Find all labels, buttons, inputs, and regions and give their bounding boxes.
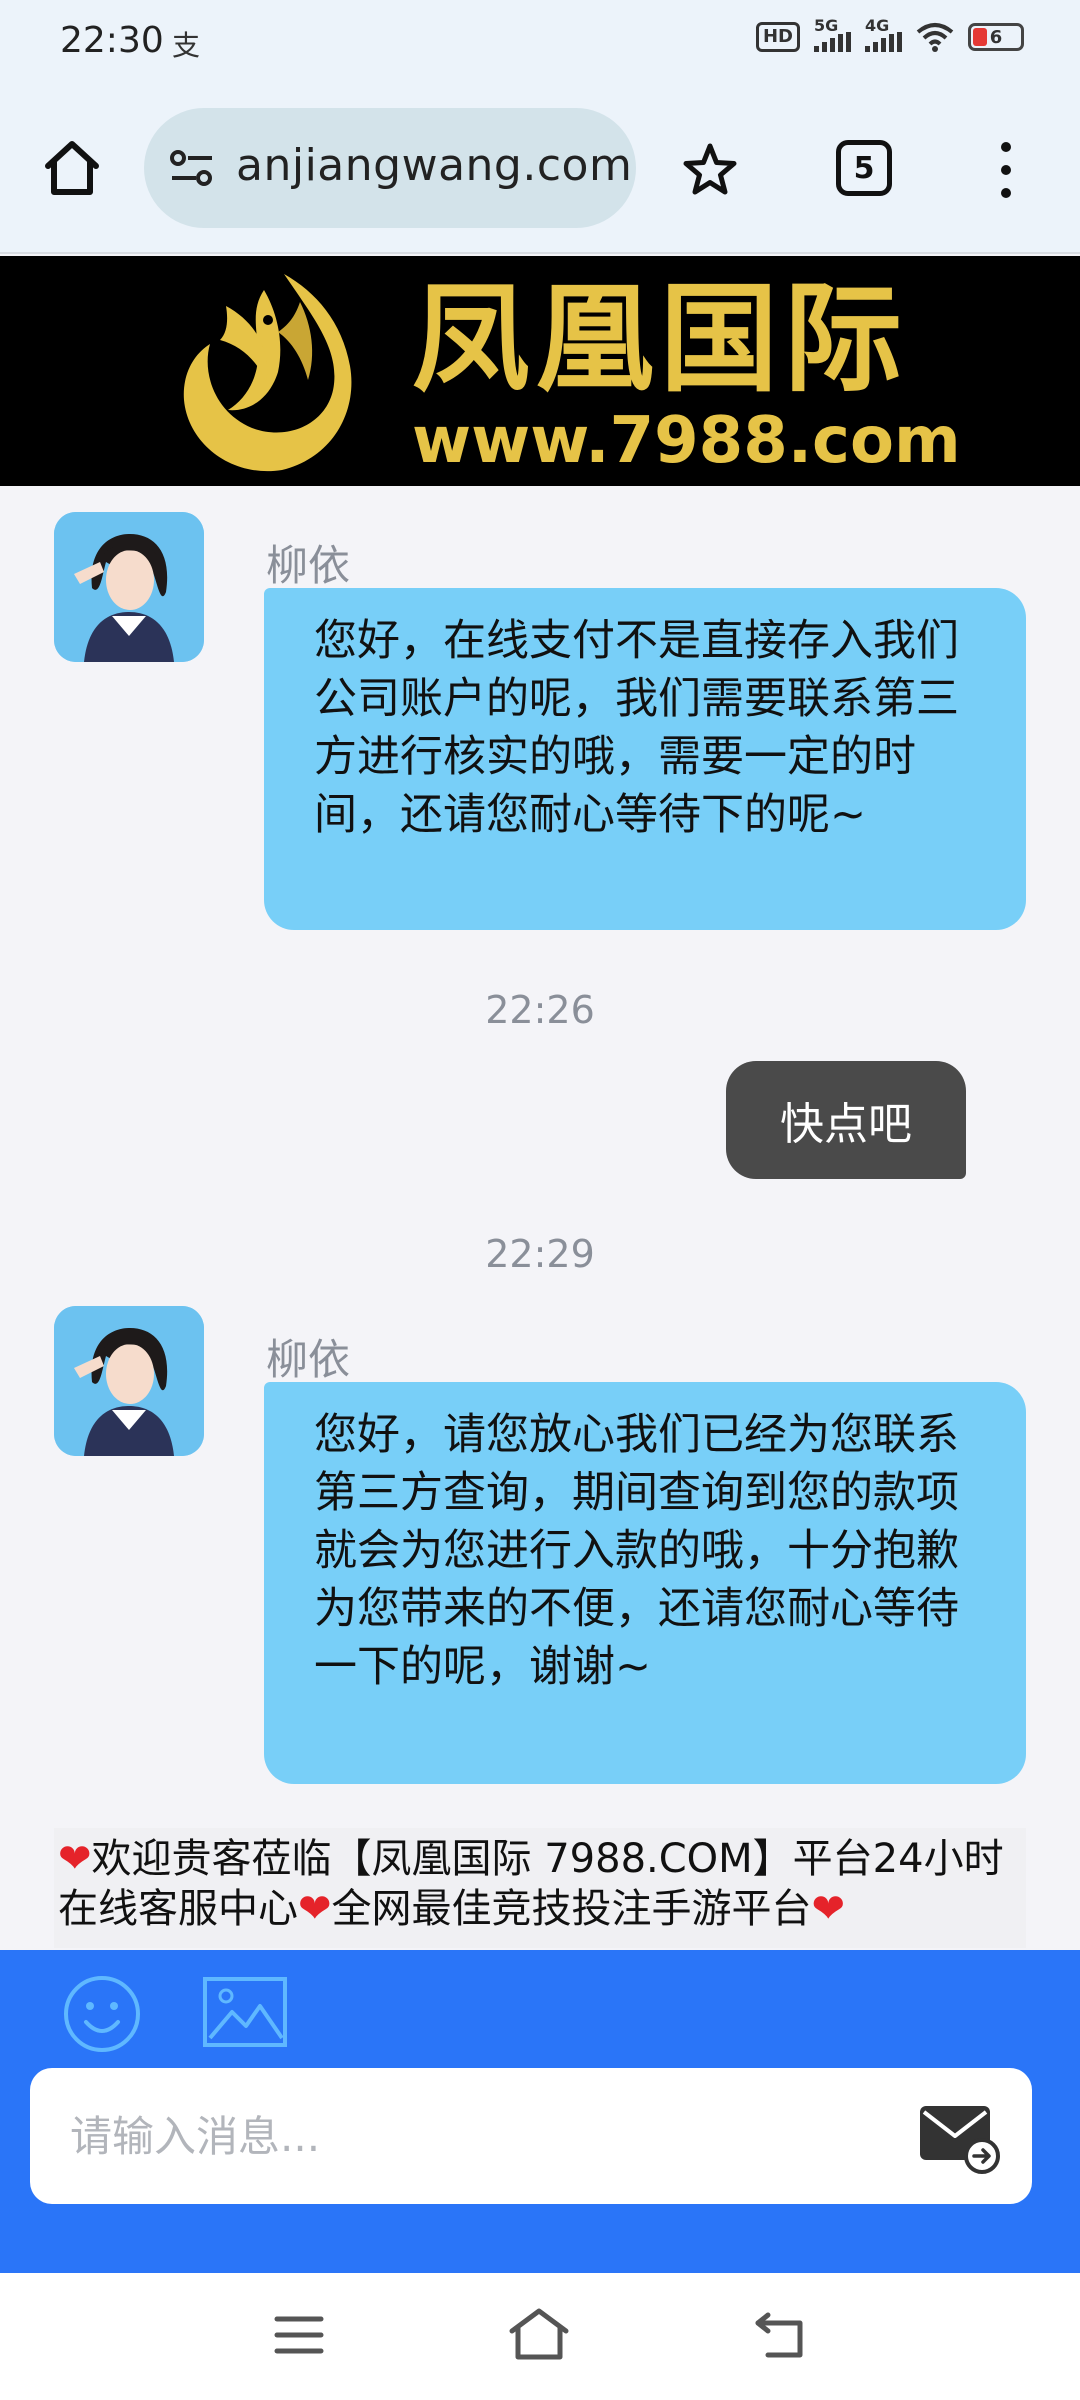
- phoenix-logo-icon: [183, 274, 352, 472]
- incoming-message: 您好，在线支付不是直接存入我们公司账户的呢，我们需要联系第三方进行核实的哦，需要…: [264, 588, 1026, 930]
- notice-text-2: 全网最佳竞技投注手游平台: [331, 1886, 812, 1932]
- nav-back-icon[interactable]: [754, 2309, 806, 2359]
- nav-menu-icon[interactable]: [274, 2313, 324, 2357]
- url-text[interactable]: anjiangwang.com: [236, 140, 632, 191]
- status-bar: 22:30 支 HD 5G 4G 6: [0, 0, 1080, 84]
- message-input[interactable]: [30, 2068, 1032, 2204]
- heart-icon: ❤: [298, 1886, 332, 1932]
- notification-icon: 支: [172, 29, 201, 62]
- nav-home-icon[interactable]: [508, 2307, 570, 2361]
- image-icon[interactable]: [202, 1976, 288, 2048]
- brand-name: 凤凰国际: [412, 269, 909, 408]
- status-time: 22:30: [60, 20, 164, 61]
- star-icon[interactable]: [680, 140, 740, 200]
- agent-avatar: [54, 1306, 204, 1456]
- wifi-icon: [916, 23, 954, 52]
- tabs-icon[interactable]: 5: [836, 140, 892, 196]
- agent-photo: [54, 512, 204, 662]
- status-indicators: HD 5G 4G 6: [755, 16, 1024, 52]
- site-settings-icon[interactable]: [168, 148, 216, 188]
- outgoing-message: 快点吧: [726, 1061, 966, 1179]
- home-icon[interactable]: [40, 136, 104, 200]
- browser-toolbar: anjiangwang.com 5: [0, 84, 1080, 254]
- emoji-icon[interactable]: [62, 1974, 142, 2054]
- system-nav-bar: [0, 2273, 1080, 2400]
- brand-site: www.7988.com: [412, 404, 961, 478]
- chat-timestamp: 22:26: [485, 988, 595, 1032]
- message-composer: [0, 1950, 1080, 2273]
- send-mail-icon[interactable]: [918, 2100, 1002, 2174]
- signal-5g-icon: 5G: [814, 16, 851, 52]
- heart-icon: ❤: [58, 1836, 92, 1882]
- brand-banner[interactable]: 凤凰国际 www.7988.com: [0, 256, 1080, 486]
- sender-name: 柳依: [266, 541, 351, 590]
- sender-name: 柳依: [266, 1335, 351, 1384]
- welcome-notice: ❤欢迎贵客莅临【凤凰国际 7988.COM】平台24小时在线客服中心❤全网最佳竞…: [54, 1828, 1026, 1948]
- heart-icon: ❤: [811, 1886, 846, 1932]
- signal-4g-icon: 4G: [865, 16, 902, 52]
- address-bar[interactable]: anjiangwang.com: [144, 108, 636, 228]
- agent-avatar: [54, 512, 204, 662]
- incoming-message: 您好，请您放心我们已经为您联系第三方查询，期间查询到您的款项就会为您进行入款的哦…: [264, 1382, 1026, 1784]
- agent-photo: [54, 1306, 204, 1456]
- battery-icon: 6: [968, 23, 1024, 51]
- chat-timestamp: 22:29: [485, 1232, 595, 1276]
- hd-badge: HD: [755, 22, 800, 52]
- more-icon[interactable]: [996, 142, 1016, 198]
